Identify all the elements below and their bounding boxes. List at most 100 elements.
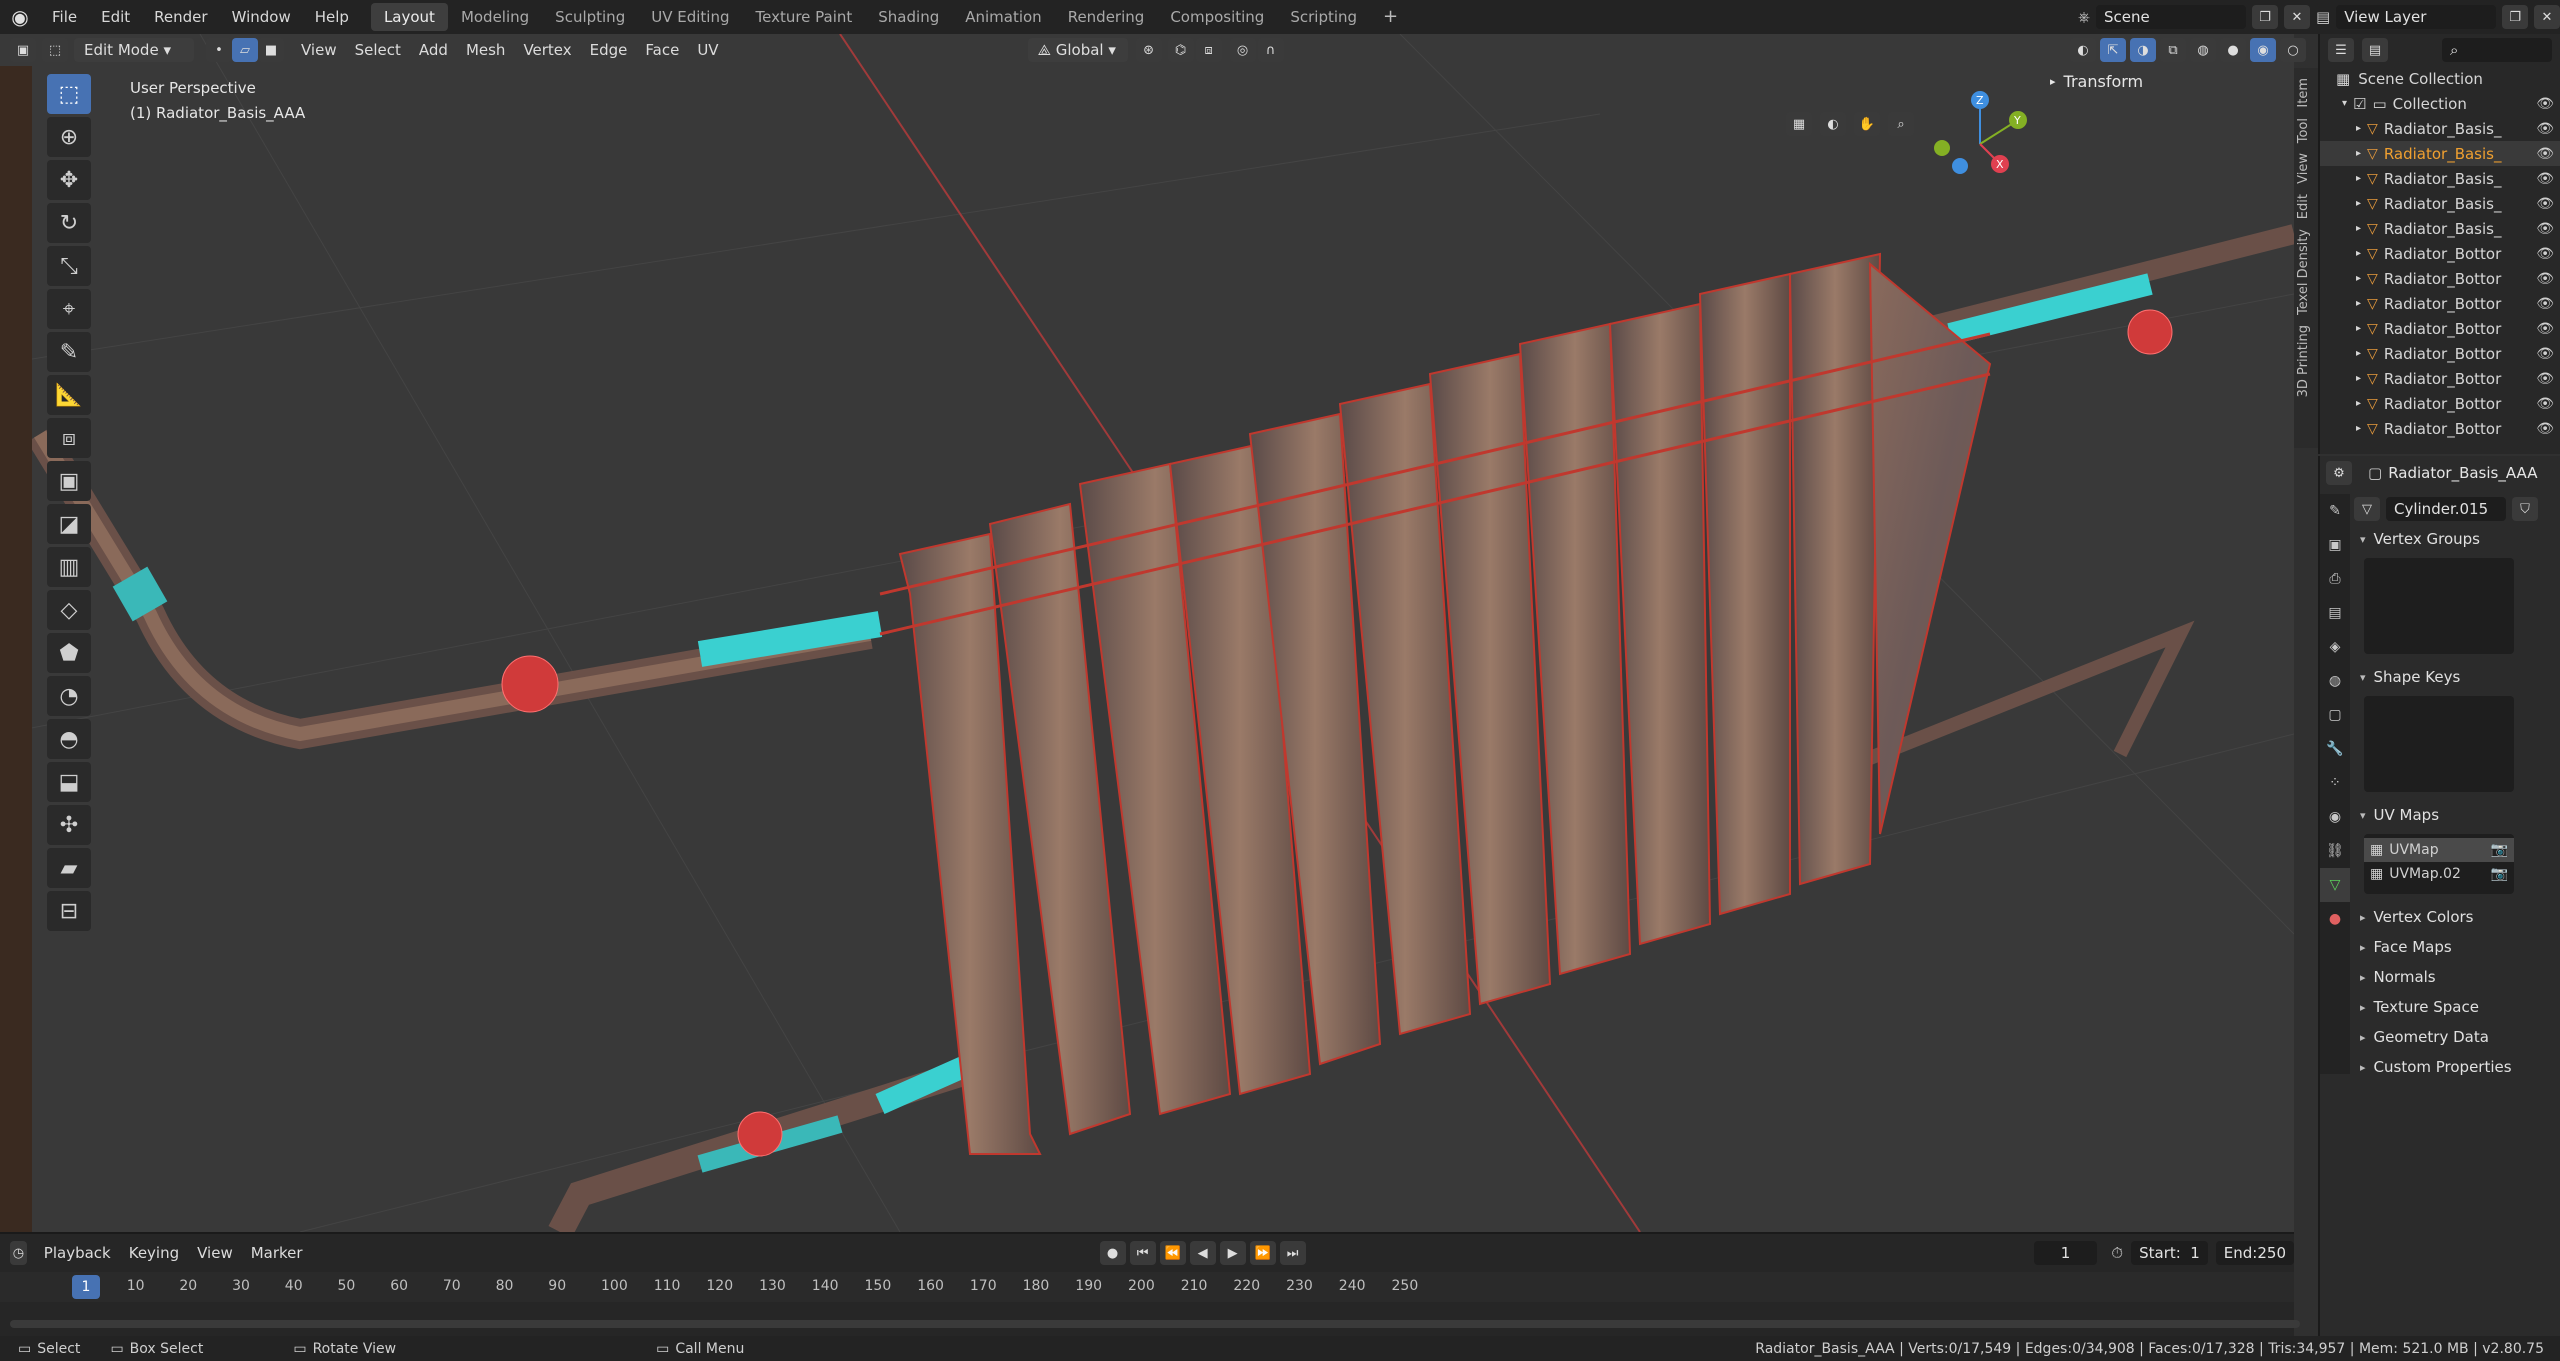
eye-icon[interactable]: 👁: [2536, 371, 2554, 387]
scene-name-field[interactable]: Scene: [2096, 5, 2246, 29]
orientation-dropdown[interactable]: ⟁ Global ▾: [1027, 38, 1128, 62]
collapsed-section[interactable]: ▸ Texture Space: [2354, 992, 2560, 1022]
outliner-object-row[interactable]: ▸ ▽ Radiator_Bottor 👁: [2320, 241, 2560, 266]
constraints-tab-icon[interactable]: ⛓: [2320, 834, 2350, 868]
outliner-object-row[interactable]: ▸ ▽ Radiator_Bottor 👁: [2320, 291, 2560, 316]
scene-tab-icon[interactable]: ◈: [2320, 630, 2350, 664]
expand-arrow-icon[interactable]: ▸: [2356, 148, 2361, 159]
xray-icon[interactable]: ⧉: [2160, 38, 2186, 62]
mesh-browse-icon[interactable]: ▽: [2354, 497, 2380, 521]
eye-icon[interactable]: 👁: [2536, 396, 2554, 412]
outliner-object-row[interactable]: ▸ ▽ Radiator_Basis_ 👁: [2320, 191, 2560, 216]
outliner-object-row[interactable]: ▸ ▽ Radiator_Basis_ 👁: [2320, 116, 2560, 141]
uv-map-row[interactable]: ▦ UVMap.02 📷: [2364, 862, 2514, 886]
tab-animation[interactable]: Animation: [952, 3, 1054, 31]
menu-view[interactable]: View: [292, 41, 346, 59]
menu-add[interactable]: Add: [410, 41, 457, 59]
menu-marker[interactable]: Marker: [242, 1244, 312, 1262]
tool-tab-icon[interactable]: ✎: [2320, 494, 2350, 528]
bevel-tool-icon[interactable]: ◪: [47, 504, 91, 544]
expand-arrow-icon[interactable]: ▸: [2356, 323, 2361, 334]
modifier-tab-icon[interactable]: 🔧: [2320, 732, 2350, 766]
expand-arrow-icon[interactable]: ▸: [2356, 423, 2361, 434]
expand-arrow-icon[interactable]: ▸: [2356, 223, 2361, 234]
rotate-tool-icon[interactable]: ↻: [47, 203, 91, 243]
menu-vertex[interactable]: Vertex: [514, 41, 580, 59]
collapsed-section[interactable]: ▸ Geometry Data: [2354, 1022, 2560, 1052]
eye-icon[interactable]: 👁: [2536, 346, 2554, 362]
delete-scene-icon[interactable]: ✕: [2284, 5, 2310, 29]
mode-dropdown[interactable]: Edit Mode ▾: [74, 38, 194, 62]
select-box-tool-icon[interactable]: ⬚: [47, 74, 91, 114]
rip-tool-icon[interactable]: ⊟: [47, 891, 91, 931]
new-view-layer-icon[interactable]: ❐: [2502, 5, 2529, 29]
tab-texture-paint[interactable]: Texture Paint: [742, 3, 865, 31]
measure-tool-icon[interactable]: 📐: [47, 375, 91, 415]
collapsed-section[interactable]: ▸ Custom Properties: [2354, 1052, 2560, 1082]
editor-type-icon[interactable]: ▣: [10, 38, 36, 62]
expand-arrow-icon[interactable]: ▾: [2342, 98, 2347, 109]
expand-arrow-icon[interactable]: ▸: [2356, 298, 2361, 309]
display-mode-icon[interactable]: ▤: [2362, 38, 2388, 62]
play-reverse-icon[interactable]: ◀: [1189, 1241, 1216, 1265]
eye-icon[interactable]: 👁: [2536, 96, 2554, 112]
gizmo-toggle-icon[interactable]: ⇱: [2100, 38, 2126, 62]
vertex-select-icon[interactable]: •: [206, 38, 232, 62]
current-frame-marker[interactable]: 1: [72, 1275, 100, 1299]
snap-target-icon[interactable]: ⧈: [1195, 38, 1222, 62]
jump-start-icon[interactable]: ⏮: [1129, 1241, 1156, 1265]
timeline-editor-icon[interactable]: ◷: [10, 1241, 27, 1265]
smooth-tool-icon[interactable]: ◓: [47, 719, 91, 759]
blender-logo-icon[interactable]: ◉: [0, 0, 40, 34]
checkbox-icon[interactable]: ☑: [2353, 95, 2366, 113]
jump-end-icon[interactable]: ⏭: [1279, 1241, 1306, 1265]
tab-layout[interactable]: Layout: [370, 3, 448, 31]
current-frame-field[interactable]: 1: [2033, 1241, 2098, 1265]
cursor-tool-icon[interactable]: ⊕: [47, 117, 91, 157]
view-layer-field[interactable]: View Layer: [2336, 5, 2497, 29]
eye-icon[interactable]: 👁: [2536, 171, 2554, 187]
delete-view-layer-icon[interactable]: ✕: [2534, 5, 2560, 29]
menu-select[interactable]: Select: [346, 41, 410, 59]
snap-icon[interactable]: ⌬: [1167, 38, 1194, 62]
output-tab-icon[interactable]: ⎙: [2320, 562, 2350, 596]
expand-arrow-icon[interactable]: ▸: [2356, 373, 2361, 384]
menu-keying[interactable]: Keying: [120, 1244, 188, 1262]
falloff-icon[interactable]: ∩: [1257, 38, 1284, 62]
tab-tool[interactable]: Tool: [2296, 118, 2311, 143]
expand-arrow-icon[interactable]: ▸: [2356, 198, 2361, 209]
eye-icon[interactable]: 👁: [2536, 321, 2554, 337]
menu-playback[interactable]: Playback: [35, 1244, 120, 1262]
menu-window[interactable]: Window: [220, 0, 303, 34]
eye-icon[interactable]: 👁: [2536, 146, 2554, 162]
mesh-data-tab-icon[interactable]: ▽: [2320, 868, 2350, 902]
tab-shading[interactable]: Shading: [865, 3, 952, 31]
outliner-object-row[interactable]: ▸ ▽ Radiator_Bottor 👁: [2320, 316, 2560, 341]
knife-tool-icon[interactable]: ◇: [47, 590, 91, 630]
edge-slide-tool-icon[interactable]: ⬓: [47, 762, 91, 802]
collapsed-section[interactable]: ▸ Normals: [2354, 962, 2560, 992]
solid-shading-icon[interactable]: ●: [2220, 38, 2246, 62]
frame-ruler[interactable]: 1 10 20 30 40 50 60 70 80 90 100 110 120 130 140 150 160…: [0, 1272, 2294, 1302]
expand-arrow-icon[interactable]: ▸: [2356, 248, 2361, 259]
tab-item[interactable]: Item: [2296, 78, 2311, 108]
outliner-object-row[interactable]: ▸ ▽ Radiator_Bottor 👁: [2320, 391, 2560, 416]
edge-select-icon[interactable]: ▱: [232, 38, 258, 62]
loop-cut-tool-icon[interactable]: ▥: [47, 547, 91, 587]
timeline-scrollbar[interactable]: [10, 1320, 2300, 1328]
face-select-icon[interactable]: ■: [258, 38, 284, 62]
outliner-object-row[interactable]: ▸ ▽ Radiator_Basis_ 👁: [2320, 141, 2560, 166]
mesh-name-field[interactable]: Cylinder.015: [2386, 497, 2506, 521]
inset-tool-icon[interactable]: ▣: [47, 461, 91, 501]
physics-tab-icon[interactable]: ◉: [2320, 800, 2350, 834]
eye-icon[interactable]: 👁: [2536, 221, 2554, 237]
menu-mesh[interactable]: Mesh: [457, 41, 515, 59]
wireframe-shading-icon[interactable]: ◍: [2190, 38, 2216, 62]
transform-tool-icon[interactable]: ⌖: [47, 289, 91, 329]
expand-arrow-icon[interactable]: ▸: [2356, 123, 2361, 134]
collapsed-section[interactable]: ▸ Face Maps: [2354, 932, 2560, 962]
move-tool-icon[interactable]: ✥: [47, 160, 91, 200]
expand-arrow-icon[interactable]: ▸: [2356, 398, 2361, 409]
tab-edit[interactable]: Edit: [2296, 194, 2311, 219]
3d-viewport[interactable]: User Perspective (1) Radiator_Basis_AAA …: [0, 34, 2294, 1232]
